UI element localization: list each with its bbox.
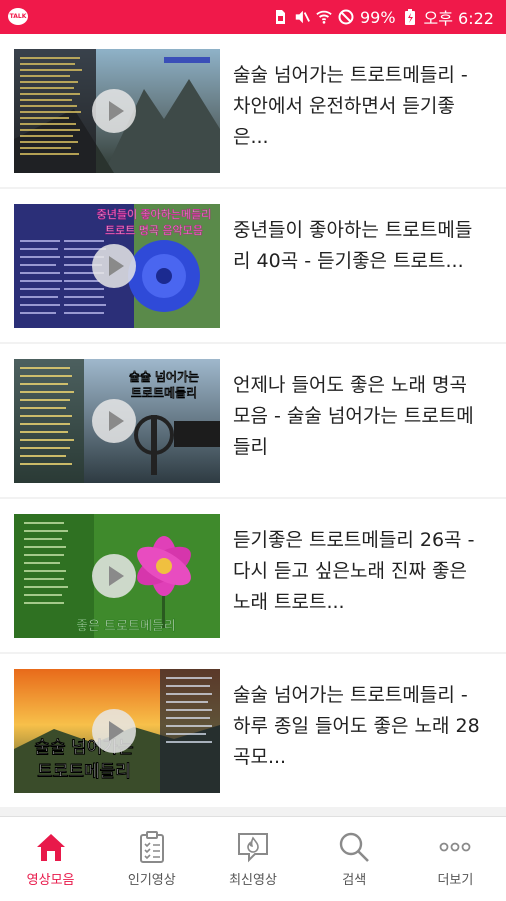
bottom-tab-bar: 영상모음 인기영상 최신영상 검색 더보기 <box>0 816 506 901</box>
video-item[interactable]: 술술 넘어가는 트로트메들리 - 차안에서 운전하면서 듣기좋은... <box>0 34 506 187</box>
video-item[interactable]: 좋은 트로트메들리 듣기좋은 트로트메들리 26곡 - 다시 듣고 싶은노래 진… <box>0 499 506 652</box>
more-dots-icon <box>440 842 471 852</box>
play-icon[interactable] <box>92 709 136 753</box>
play-icon[interactable] <box>92 89 136 133</box>
video-title[interactable]: 언제나 들어도 좋은 노래 명곡모음 - 술술 넘어가는 트로트메들리 <box>233 370 483 466</box>
tab-label: 인기영상 <box>127 873 176 888</box>
video-item[interactable]: 술술 넘어가는 트로트메들리 언제나 들어도 좋은 노래 명곡모음 - 술술 넘… <box>0 344 506 497</box>
tab-video-collection[interactable]: 영상모음 <box>0 817 101 901</box>
tab-label: 영상모음 <box>26 873 75 888</box>
video-thumbnail[interactable]: 술술 넘어가는 트로트메들리 <box>14 669 220 793</box>
video-thumbnail[interactable]: 중년들이 좋아하는메들리 트로트 명곡 음악모음 <box>14 204 220 328</box>
thumb-caption: 트로트메들리 <box>131 386 197 400</box>
thumb-caption: 중년들이 좋아하는메들리 <box>97 207 212 221</box>
video-thumbnail[interactable] <box>14 49 220 173</box>
clipboard-list-icon <box>139 831 164 863</box>
video-thumbnail[interactable]: 술술 넘어가는 트로트메들리 <box>14 359 220 483</box>
clock: 오후 6:22 <box>423 9 494 28</box>
talk-app-icon: TALK <box>8 8 28 25</box>
thumb-caption: 좋은 트로트메들리 <box>76 619 176 634</box>
play-icon[interactable] <box>92 554 136 598</box>
tab-search[interactable]: 검색 <box>304 817 405 901</box>
tab-popular[interactable]: 인기영상 <box>101 817 202 901</box>
battery-percent: 99% <box>359 7 396 27</box>
video-title[interactable]: 술술 넘어가는 트로트메들리 - 하루 종일 들어도 좋은 노래 28곡모... <box>233 680 483 776</box>
video-item[interactable]: 술술 넘어가는 트로트메들리 술술 넘어가는 트로트메들리 - 하루 종일 들어… <box>0 654 506 807</box>
home-icon <box>36 834 65 861</box>
thumb-caption: 트로트 명곡 음악모음 <box>105 224 203 237</box>
tab-label: 최신영상 <box>229 873 277 888</box>
status-bar: TALK 99% 오후 6:22 <box>0 0 506 34</box>
video-title[interactable]: 듣기좋은 트로트메들리 26곡 - 다시 듣고 싶은노래 진짜 좋은노래 트로트… <box>233 525 483 621</box>
thumb-caption: 술술 넘어가는 <box>129 370 199 384</box>
video-item[interactable]: 중년들이 좋아하는메들리 트로트 명곡 음악모음 중년들이 좋아하는 트로트메들… <box>0 189 506 342</box>
fire-chat-icon <box>238 833 268 863</box>
play-icon[interactable] <box>92 244 136 288</box>
mute-icon <box>294 9 310 25</box>
tab-label: 검색 <box>342 873 367 888</box>
tab-more[interactable]: 더보기 <box>405 817 506 901</box>
wifi-icon <box>316 9 332 25</box>
status-icons: 99% 오후 6:22 <box>272 0 494 34</box>
video-title[interactable]: 술술 넘어가는 트로트메들리 - 차안에서 운전하면서 듣기좋은... <box>233 60 483 156</box>
thumb-caption: 트로트메들리 <box>37 762 131 782</box>
search-icon <box>340 832 370 862</box>
tab-label: 더보기 <box>437 873 474 888</box>
tab-latest[interactable]: 최신영상 <box>202 817 303 901</box>
play-icon[interactable] <box>92 399 136 443</box>
video-list[interactable]: 술술 넘어가는 트로트메들리 - 차안에서 운전하면서 듣기좋은... 중년들이… <box>0 34 506 816</box>
no-signal-icon <box>338 9 354 25</box>
video-title[interactable]: 중년들이 좋아하는 트로트메들리 40곡 - 듣기좋은 트로트... <box>233 215 483 311</box>
battery-icon <box>402 9 418 25</box>
sim-icon <box>272 9 288 25</box>
video-thumbnail[interactable]: 좋은 트로트메들리 <box>14 514 220 638</box>
